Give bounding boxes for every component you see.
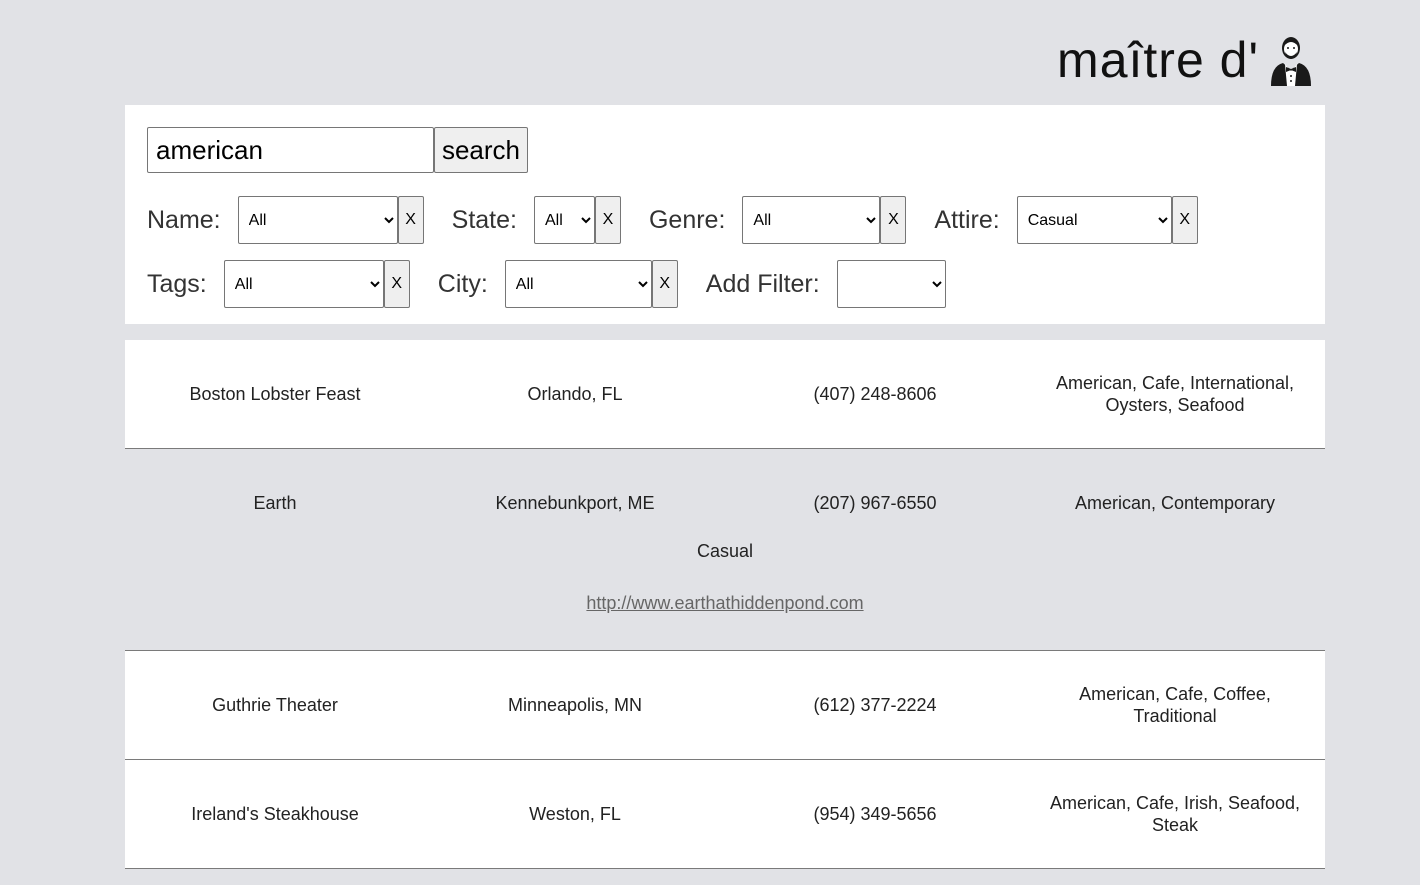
restaurant-name: Ireland's Steakhouse bbox=[191, 804, 359, 824]
city-filter: City: All X bbox=[438, 260, 678, 308]
name-filter-select[interactable]: All bbox=[237, 196, 398, 244]
city-filter-clear-button[interactable]: X bbox=[651, 260, 678, 308]
genre-filter-select[interactable]: All bbox=[742, 196, 881, 244]
restaurant-phone: (407) 248-8606 bbox=[813, 384, 937, 404]
restaurant-location: Weston, FL bbox=[529, 804, 621, 824]
restaurant-phone: (207) 967-6550 bbox=[813, 493, 937, 513]
page-header: maître d' bbox=[0, 0, 1420, 105]
attire-filter-label: Attire: bbox=[934, 205, 1000, 234]
search-input[interactable] bbox=[147, 127, 434, 173]
result-row-expanded[interactable]: Earth Kennebunkport, ME (207) 967-6550 A… bbox=[125, 449, 1325, 651]
brand[interactable]: maître d' bbox=[1057, 30, 1315, 90]
result-summary: Boston Lobster Feast Orlando, FL (407) 2… bbox=[125, 340, 1325, 448]
restaurant-phone: (612) 377-2224 bbox=[813, 695, 937, 715]
restaurant-location: Minneapolis, MN bbox=[507, 695, 643, 715]
genre-filter-clear-button[interactable]: X bbox=[880, 196, 907, 244]
brand-name: maître d' bbox=[1057, 32, 1259, 88]
add-filter: Add Filter: bbox=[706, 260, 946, 308]
genre-filter: Genre: All X bbox=[648, 196, 907, 244]
filter-row: Name: All X State: All X Genre: All X At… bbox=[147, 196, 1226, 244]
restaurant-attire: Casual bbox=[696, 541, 754, 561]
result-row[interactable]: Boston Lobster Feast Orlando, FL (407) 2… bbox=[125, 340, 1325, 449]
filter-panel: search Name: All X State: All X Genre: A… bbox=[125, 105, 1325, 324]
restaurant-name: Boston Lobster Feast bbox=[189, 384, 361, 404]
state-filter-clear-button[interactable]: X bbox=[594, 196, 621, 244]
attire-filter-clear-button[interactable]: X bbox=[1171, 196, 1198, 244]
attire-filter: Attire: Casual X bbox=[934, 196, 1198, 244]
filter-row: Tags: All X City: All X Add Filter: bbox=[147, 260, 974, 308]
result-summary: Ireland's Steakhouse Weston, FL (954) 34… bbox=[125, 760, 1325, 868]
restaurant-genres: American, Cafe, International, Oysters, … bbox=[1055, 373, 1295, 415]
state-filter-label: State: bbox=[451, 205, 517, 234]
restaurant-genres: American, Cafe, Irish, Seafood, Steak bbox=[1049, 793, 1301, 835]
search-bar: search bbox=[147, 127, 528, 173]
results-list: Boston Lobster Feast Orlando, FL (407) 2… bbox=[125, 340, 1325, 869]
tags-filter: Tags: All X bbox=[147, 260, 410, 308]
state-filter: State: All X bbox=[452, 196, 621, 244]
result-row[interactable]: Ireland's Steakhouse Weston, FL (954) 34… bbox=[125, 760, 1325, 869]
tags-filter-clear-button[interactable]: X bbox=[383, 260, 410, 308]
attire-filter-select[interactable]: Casual bbox=[1016, 196, 1172, 244]
city-filter-select[interactable]: All bbox=[504, 260, 652, 308]
restaurant-name: Earth bbox=[253, 493, 297, 513]
add-filter-label: Add Filter: bbox=[705, 269, 820, 298]
restaurant-phone: (954) 349-5656 bbox=[813, 804, 937, 824]
name-filter-label: Name: bbox=[147, 205, 221, 234]
genre-filter-label: Genre: bbox=[648, 205, 726, 234]
restaurant-location: Kennebunkport, ME bbox=[495, 493, 655, 513]
restaurant-name: Guthrie Theater bbox=[212, 695, 338, 715]
name-filter-clear-button[interactable]: X bbox=[397, 196, 424, 244]
state-filter-select[interactable]: All bbox=[533, 196, 595, 244]
restaurant-location: Orlando, FL bbox=[527, 384, 623, 404]
result-row[interactable]: Guthrie Theater Minneapolis, MN (612) 37… bbox=[125, 651, 1325, 760]
city-filter-label: City: bbox=[437, 269, 488, 298]
search-button[interactable]: search bbox=[434, 127, 528, 173]
tags-filter-select[interactable]: All bbox=[223, 260, 384, 308]
tags-filter-label: Tags: bbox=[147, 269, 207, 298]
maitre-d-icon bbox=[1271, 37, 1311, 86]
restaurant-genres: American, Cafe, Coffee, Traditional bbox=[1079, 684, 1271, 726]
restaurant-website-link[interactable]: http://www.earthathiddenpond.com bbox=[586, 593, 863, 614]
result-summary: Guthrie Theater Minneapolis, MN (612) 37… bbox=[125, 651, 1325, 759]
add-filter-select[interactable] bbox=[836, 260, 946, 308]
name-filter: Name: All X bbox=[147, 196, 424, 244]
result-details: Casual http://www.earthathiddenpond.com bbox=[125, 539, 1325, 650]
restaurant-genres: American, Contemporary bbox=[1074, 493, 1276, 513]
